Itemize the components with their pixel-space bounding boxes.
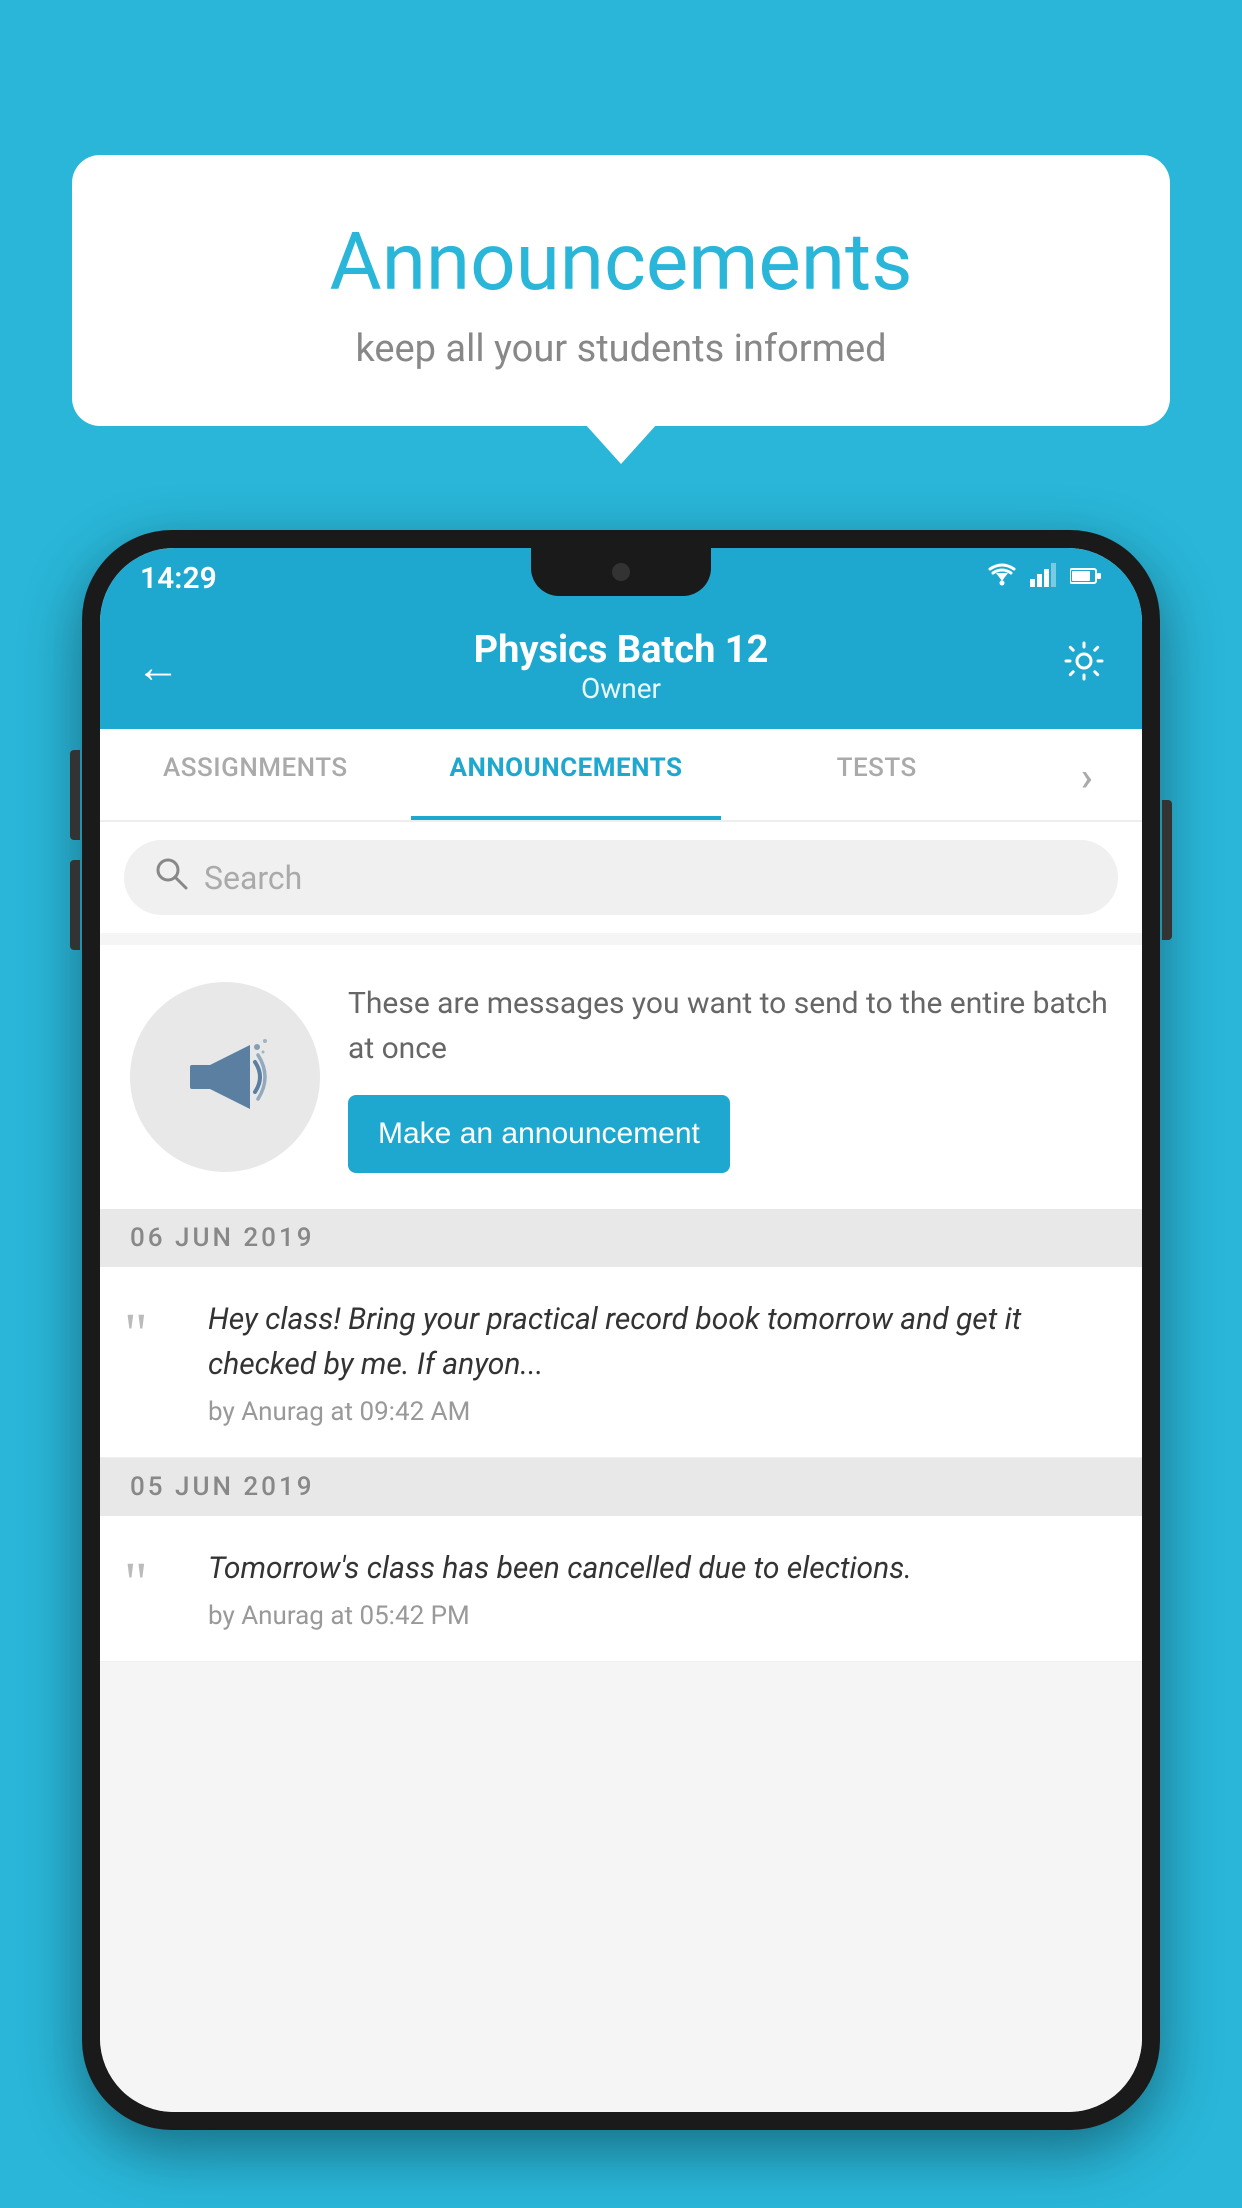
speech-bubble: Announcements keep all your students inf… (72, 155, 1170, 426)
megaphone-icon (175, 1027, 275, 1127)
tabs-bar: ASSIGNMENTS ANNOUNCEMENTS TESTS › (100, 729, 1142, 822)
status-time: 14:29 (140, 561, 217, 596)
tab-announcements[interactable]: ANNOUNCEMENTS (411, 729, 722, 820)
quote-icon-2: " (124, 1554, 184, 1631)
tab-more[interactable]: › (1032, 729, 1142, 820)
promo-right: These are messages you want to send to t… (348, 981, 1112, 1173)
phone-notch (531, 548, 711, 596)
phone-frame: 14:29 (82, 530, 1160, 2130)
search-icon (154, 856, 188, 899)
speech-bubble-container: Announcements keep all your students inf… (72, 155, 1170, 426)
announcement-content-2: Tomorrow's class has been cancelled due … (208, 1546, 1112, 1631)
megaphone-circle (130, 982, 320, 1172)
bubble-title: Announcements (132, 215, 1110, 309)
date-separator-1: 06 JUN 2019 (100, 1209, 1142, 1267)
make-announcement-button[interactable]: Make an announcement (348, 1095, 730, 1173)
header-title-group: Physics Batch 12 Owner (474, 628, 769, 705)
announcement-text-2: Tomorrow's class has been cancelled due … (208, 1546, 1112, 1591)
search-section: Search (100, 822, 1142, 933)
search-bar[interactable]: Search (124, 840, 1118, 915)
signal-icon (1030, 563, 1058, 594)
camera-dot (612, 563, 630, 581)
phone-container: 14:29 (82, 530, 1160, 2208)
announcement-meta-2: by Anurag at 05:42 PM (208, 1601, 1112, 1631)
quote-icon-1: " (124, 1305, 184, 1427)
announcement-content-1: Hey class! Bring your practical record b… (208, 1297, 1112, 1427)
battery-icon (1070, 563, 1102, 593)
promo-card: These are messages you want to send to t… (100, 945, 1142, 1209)
date-separator-2: 05 JUN 2019 (100, 1458, 1142, 1516)
volume-up-button (70, 750, 80, 840)
volume-down-button (70, 860, 80, 950)
promo-description: These are messages you want to send to t… (348, 981, 1112, 1071)
power-button (1162, 800, 1172, 940)
search-placeholder: Search (204, 859, 302, 897)
header-subtitle: Owner (474, 672, 769, 705)
bubble-subtitle: keep all your students informed (132, 327, 1110, 371)
announcement-text-1: Hey class! Bring your practical record b… (208, 1297, 1112, 1387)
wifi-icon (986, 563, 1018, 594)
phone-screen: 14:29 (100, 548, 1142, 2112)
gear-icon[interactable] (1062, 639, 1106, 694)
announcement-meta-1: by Anurag at 09:42 AM (208, 1397, 1112, 1427)
back-button[interactable]: ← (136, 641, 180, 693)
announcement-item-1[interactable]: " Hey class! Bring your practical record… (100, 1267, 1142, 1458)
screen-content: Search (100, 822, 1142, 2112)
status-icons (986, 563, 1102, 594)
tab-assignments[interactable]: ASSIGNMENTS (100, 729, 411, 820)
app-header: ← Physics Batch 12 Owner (100, 608, 1142, 729)
announcement-item-2[interactable]: " Tomorrow's class has been cancelled du… (100, 1516, 1142, 1662)
header-title: Physics Batch 12 (474, 628, 769, 672)
tab-tests[interactable]: TESTS (721, 729, 1032, 820)
